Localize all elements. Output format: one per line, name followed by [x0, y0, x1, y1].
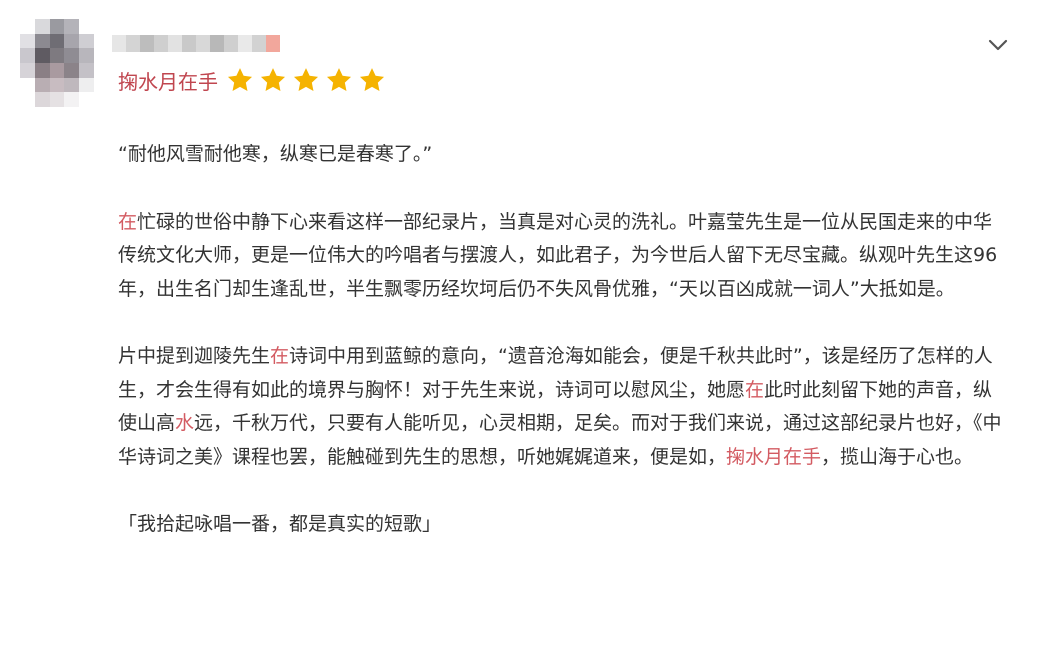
star-icon [260, 68, 286, 91]
review-paragraph-2: 片中提到迦陵先生在诗词中用到蓝鲸的意向，“遗音沧海如能会，便是千秋共此时”，该是… [118, 340, 1008, 474]
username-redacted[interactable] [112, 35, 280, 52]
highlight-text: 水 [175, 412, 195, 434]
paragraph-text: 忙碌的世俗中静下心来看这样一部纪录片，当真是对心灵的洗礼。叶嘉莹先生是一位从民国… [118, 210, 998, 300]
star-icon [326, 68, 352, 91]
review-paragraph-1: 在忙碌的世俗中静下心来看这样一部纪录片，当真是对心灵的洗礼。叶嘉莹先生是一位从民… [118, 206, 1008, 307]
rating-stars [226, 66, 386, 94]
reviewer-nickname[interactable]: 掬水月在手 [118, 68, 218, 96]
highlight-text: 在 [118, 210, 138, 233]
review-closing-line: 「我拾起咏唱一番，都是真实的短歌」 [118, 513, 442, 535]
paragraph-text: 片中提到迦陵先生 [118, 345, 271, 367]
collapse-button[interactable] [986, 33, 1010, 57]
star-icon [227, 68, 253, 91]
highlight-text: 在 [270, 345, 290, 367]
paragraph-text: ，揽山海于心也。 [821, 445, 974, 468]
highlight-text: 在 [745, 378, 765, 401]
chevron-down-icon [988, 39, 1008, 51]
avatar[interactable] [20, 19, 94, 107]
review-quote: “耐他风雪耐他寒，纵寒已是春寒了。” [118, 143, 433, 165]
review-card: 掬水月在手 “耐他风雪耐他寒，纵寒已是春寒了。” 在忙碌的世俗中静下心来看这样一… [0, 0, 1040, 667]
highlight-text: 掬水月在手 [726, 445, 822, 468]
review-content: “耐他风雪耐他寒，纵寒已是春寒了。” 在忙碌的世俗中静下心来看这样一部纪录片，当… [118, 138, 1008, 542]
star-icon [293, 68, 319, 91]
star-icon [359, 68, 385, 91]
